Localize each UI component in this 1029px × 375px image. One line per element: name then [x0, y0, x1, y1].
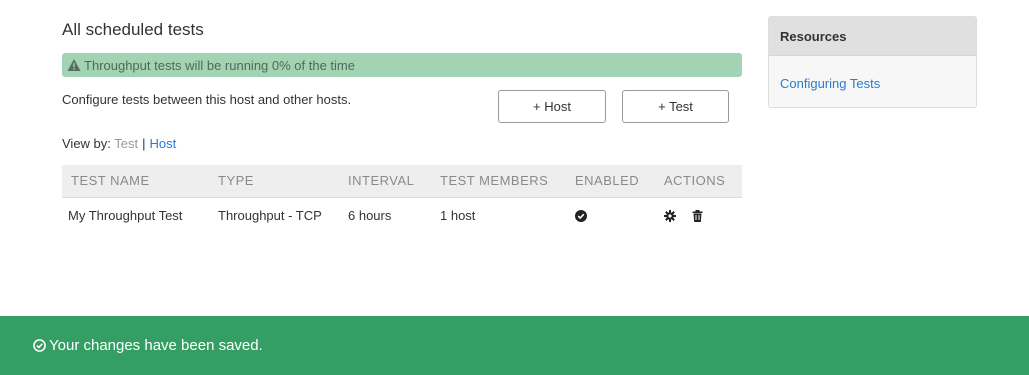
table-header-row: TEST NAME TYPE INTERVAL TEST MEMBERS ENA…: [62, 165, 742, 198]
view-by-test[interactable]: Test: [114, 136, 138, 151]
header-actions: ACTIONS: [664, 165, 742, 198]
success-message: Your changes have been saved.: [49, 337, 263, 354]
configuring-tests-link[interactable]: Configuring Tests: [780, 76, 880, 91]
gear-icon[interactable]: [664, 210, 676, 223]
view-by-host-link[interactable]: Host: [150, 136, 177, 151]
view-by-separator: |: [142, 136, 146, 151]
cell-test-name: My Throughput Test: [68, 207, 183, 223]
cell-type: Throughput - TCP: [218, 207, 322, 223]
resources-heading: Resources: [769, 17, 976, 56]
cell-actions: [664, 197, 742, 233]
warning-icon: [67, 58, 81, 72]
header-test-name[interactable]: TEST NAME: [62, 165, 218, 198]
cell-enabled: [575, 197, 664, 233]
view-by: View by: Test | Host: [62, 136, 176, 151]
header-interval[interactable]: INTERVAL: [348, 165, 440, 198]
resources-panel: Resources Configuring Tests: [768, 16, 977, 108]
page-title: All scheduled tests: [62, 20, 204, 39]
header-enabled[interactable]: ENABLED: [575, 165, 664, 198]
table-row: My Throughput Test Throughput - TCP 6 ho…: [62, 197, 742, 233]
cell-test-members: 1 host: [440, 207, 476, 223]
alert-text: Throughput tests will be running 0% of t…: [84, 57, 355, 73]
header-test-members[interactable]: TEST MEMBERS: [440, 165, 575, 198]
trash-icon[interactable]: [692, 210, 703, 223]
header-type[interactable]: TYPE: [218, 165, 348, 198]
cell-interval: 6 hours: [348, 207, 392, 223]
success-notification: Your changes have been saved.: [0, 316, 1029, 375]
tests-table: TEST NAME TYPE INTERVAL TEST MEMBERS ENA…: [62, 165, 742, 233]
view-by-label: View by:: [62, 136, 111, 151]
check-circle-icon: [33, 339, 46, 352]
alert-bar: Throughput tests will be running 0% of t…: [62, 53, 742, 77]
description-text: Configure tests between this host and ot…: [62, 92, 352, 107]
check-circle-icon: [575, 210, 587, 223]
add-test-button[interactable]: + Test: [622, 90, 729, 123]
add-host-button[interactable]: + Host: [498, 90, 606, 123]
